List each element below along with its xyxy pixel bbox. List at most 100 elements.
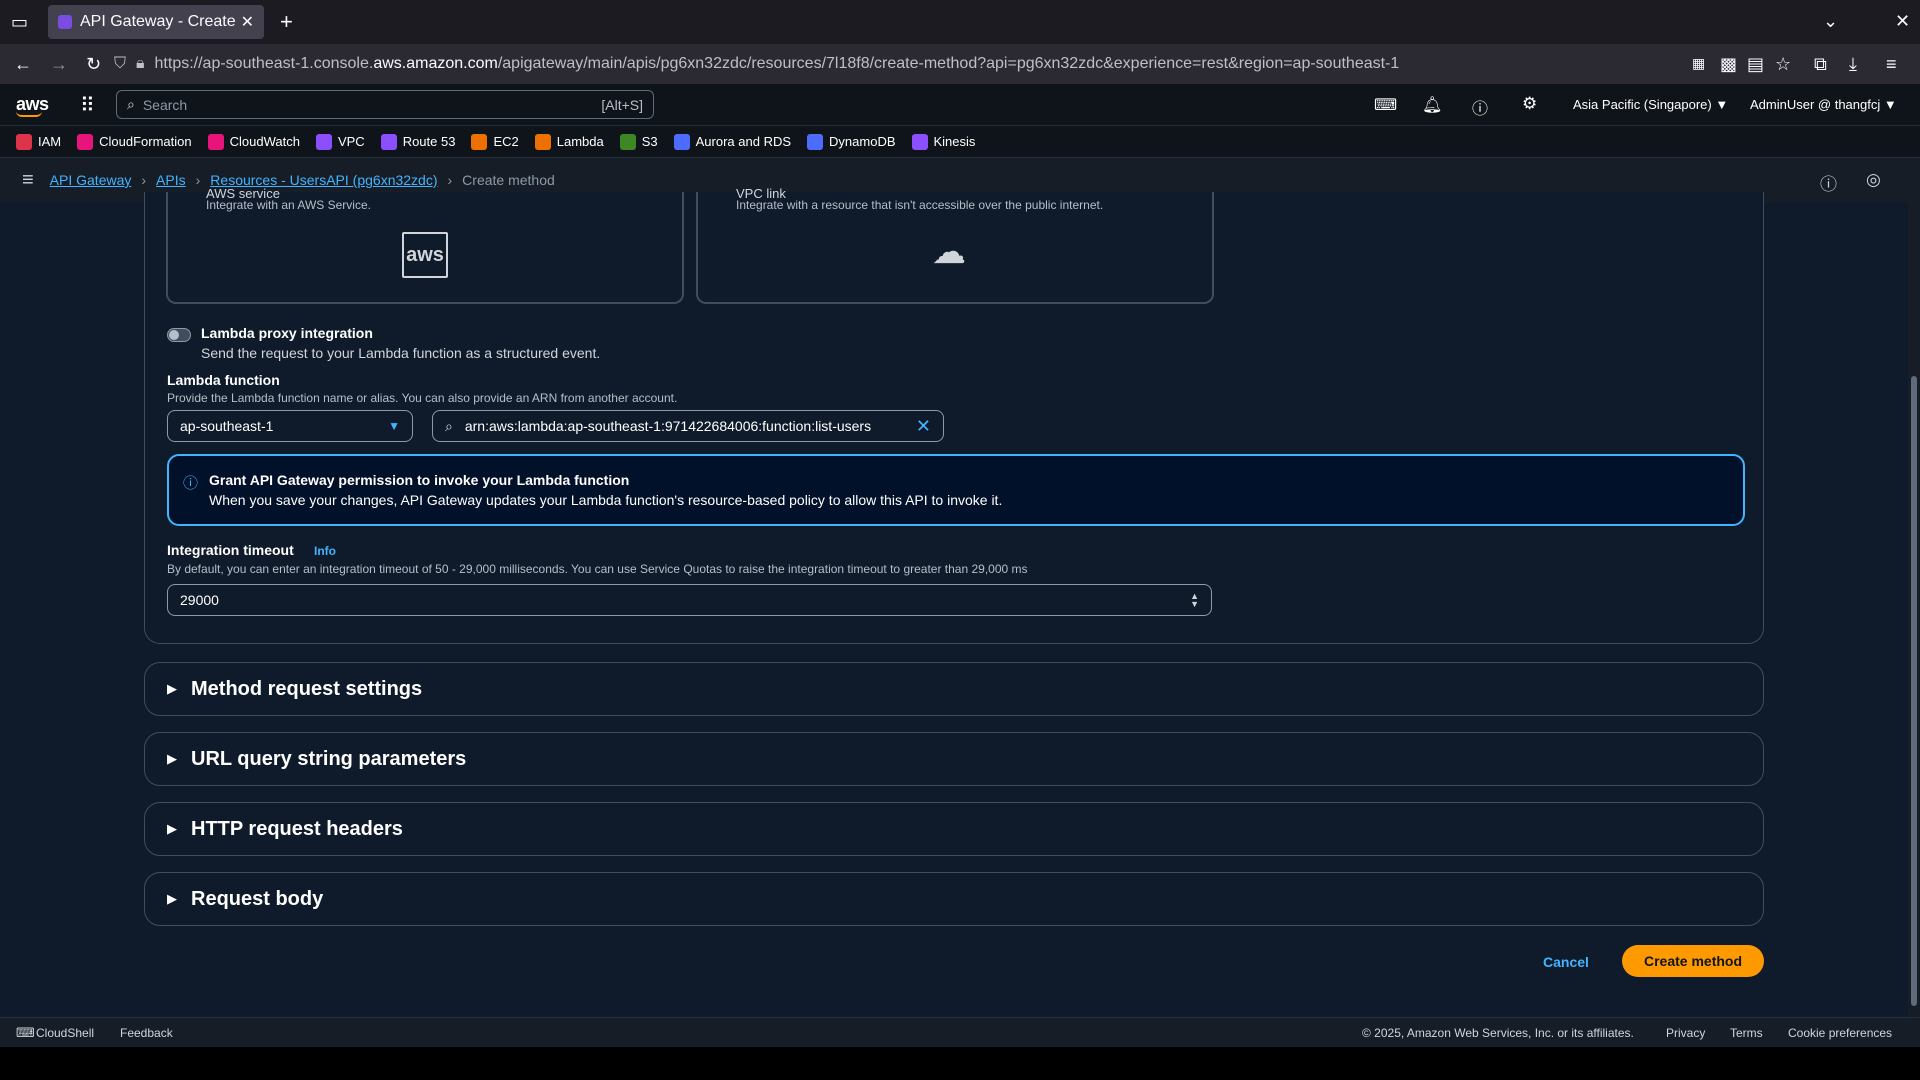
qr-icon[interactable]: ▩ — [1720, 55, 1737, 73]
favorite-label: IAM — [38, 134, 62, 149]
section-method-request-settings[interactable]: ▶ Method request settings — [144, 662, 1764, 716]
favorite-ec2[interactable]: EC2 — [471, 133, 519, 150]
favorite-label: CloudFormation — [99, 134, 192, 149]
lambda-region-value: ap-southeast-1 — [180, 418, 274, 434]
timeout-label: Integration timeout — [167, 542, 294, 558]
cloud-lock-icon: ☁ — [932, 233, 966, 271]
breadcrumb-api-gateway[interactable]: API Gateway — [50, 172, 132, 188]
browser-tab[interactable]: API Gateway - Create m ✕ — [48, 5, 264, 39]
favorite-iam[interactable]: IAM — [16, 133, 62, 150]
feedback-link[interactable]: Feedback — [120, 1026, 173, 1040]
cloudshell-icon[interactable]: ⌨ — [16, 1025, 35, 1041]
favorite-label: S3 — [641, 134, 658, 149]
flag-icon[interactable]: ▦ — [1692, 56, 1705, 70]
service-icon — [77, 133, 94, 150]
vpc-link-desc: Integrate with a resource that isn't acc… — [736, 198, 1104, 212]
section-http-request-headers[interactable]: ▶ HTTP request headers — [144, 802, 1764, 856]
favorite-cloudformation[interactable]: CloudFormation — [77, 133, 192, 150]
chevron-down-icon[interactable]: ⌄ — [1823, 12, 1838, 30]
lambda-arn-input[interactable]: ⌕ arn:aws:lambda:ap-southeast-1:97142268… — [432, 410, 944, 442]
clear-icon[interactable]: ✕ — [916, 416, 931, 437]
bell-icon[interactable]: 🔔︎ — [1422, 95, 1442, 115]
lambda-function-label: Lambda function — [167, 372, 280, 388]
reload-icon[interactable]: ↻ — [86, 55, 101, 73]
side-menu-icon[interactable]: ≡ — [22, 169, 34, 192]
cancel-button[interactable]: Cancel — [1530, 947, 1602, 977]
service-icon — [807, 133, 824, 150]
service-icon — [534, 133, 551, 150]
alert-title: Grant API Gateway permission to invoke y… — [209, 472, 630, 488]
timeout-info-link[interactable]: Info — [314, 544, 336, 558]
copyright-text: © 2025, Amazon Web Services, Inc. or its… — [1362, 1026, 1634, 1040]
breadcrumb-apis[interactable]: APIs — [156, 172, 186, 188]
favorite-label: EC2 — [493, 134, 519, 149]
section-title: Method request settings — [191, 677, 423, 700]
favorite-label: CloudWatch — [229, 134, 300, 149]
breadcrumb-separator-icon: › — [141, 172, 147, 188]
reader-icon[interactable]: ▤ — [1747, 55, 1764, 73]
favorite-s3[interactable]: S3 — [619, 133, 658, 150]
hamburger-menu-icon[interactable]: ≡ — [1886, 55, 1897, 73]
lock-icon[interactable]: 🔒︎ — [136, 55, 145, 73]
favorite-label: Kinesis — [933, 134, 976, 149]
favorite-label: Lambda — [556, 134, 604, 149]
section-request-body[interactable]: ▶ Request body — [144, 872, 1764, 926]
close-tab-icon[interactable]: ✕ — [241, 12, 254, 32]
cookie-preferences-link[interactable]: Cookie preferences — [1788, 1026, 1892, 1040]
favorite-aurora-and-rds[interactable]: Aurora and RDS — [673, 133, 791, 150]
region-selector[interactable]: Asia Pacific (Singapore) ▼ — [1573, 97, 1728, 112]
close-window-icon[interactable]: ✕ — [1895, 12, 1910, 30]
favorite-label: DynamoDB — [829, 134, 896, 149]
scrollbar-thumb[interactable] — [1911, 376, 1917, 1006]
timeout-input[interactable]: 29000 ▲ ▼ — [167, 584, 1212, 616]
shield-icon[interactable]: ⛉ — [114, 55, 126, 73]
create-method-button[interactable]: Create method — [1622, 945, 1764, 977]
user-menu[interactable]: AdminUser @ thangfcj ▼ — [1750, 97, 1897, 112]
favorite-dynamodb[interactable]: DynamoDB — [807, 133, 896, 150]
lambda-region-select[interactable]: ap-southeast-1 ▼ — [167, 410, 413, 442]
favorite-lambda[interactable]: Lambda — [534, 133, 604, 150]
search-placeholder: Search — [142, 96, 188, 113]
scrollbar[interactable] — [1908, 202, 1920, 1017]
star-icon[interactable]: ☆ — [1775, 55, 1791, 73]
gear-icon[interactable]: ⚙ — [1522, 94, 1537, 114]
favorite-cloudwatch[interactable]: CloudWatch — [207, 133, 300, 150]
url-bar[interactable]: ⛉ 🔒︎ https://ap-southeast-1.console. aws.… — [114, 48, 1894, 80]
integration-tile-aws-service[interactable]: AWS service Integrate with an AWS Servic… — [166, 186, 684, 304]
favorite-vpc[interactable]: VPC — [315, 133, 365, 150]
integration-tile-vpc-link[interactable]: VPC link Integrate with a resource that … — [696, 186, 1214, 304]
url-path: /apigateway/main/apis/pg6xn32zdc/resourc… — [497, 55, 1400, 72]
help-icon[interactable]: ⓘ — [1472, 95, 1488, 119]
notifications-icon[interactable]: ◎ — [1866, 170, 1881, 190]
extensions-icon[interactable]: ⧉ — [1814, 55, 1827, 73]
stepper-icon[interactable]: ▲ ▼ — [1190, 592, 1199, 609]
cloudshell-link[interactable]: CloudShell — [36, 1026, 94, 1040]
service-icon — [471, 133, 488, 150]
favorite-kinesis[interactable]: Kinesis — [911, 133, 976, 150]
lambda-proxy-label: Lambda proxy integration — [201, 325, 373, 341]
back-icon[interactable]: ← — [14, 55, 32, 73]
aws-logo[interactable]: aws — [16, 94, 49, 117]
caret-down-icon: ▼ — [388, 419, 400, 433]
section-url-query-string-parameters[interactable]: ▶ URL query string parameters — [144, 732, 1764, 786]
search-icon: ⌕ — [445, 417, 453, 434]
service-icon — [16, 133, 32, 150]
lambda-proxy-toggle[interactable] — [167, 328, 191, 342]
cloudshell-icon[interactable]: ⌨ — [1374, 95, 1397, 115]
permission-alert: ⓘ Grant API Gateway permission to invoke… — [167, 454, 1745, 526]
aws-top-nav: aws ⠿ ⌕ Search [Alt+S] ⌨ 🔔︎ ⓘ ⚙ Asia Pac… — [0, 84, 1920, 126]
caret-right-icon: ▶ — [167, 681, 177, 696]
download-icon[interactable]: ⤓ — [1849, 55, 1857, 73]
section-title: Request body — [191, 887, 324, 910]
search-input[interactable]: ⌕ Search [Alt+S] — [116, 90, 654, 119]
services-grid-icon[interactable]: ⠿ — [80, 93, 95, 118]
forward-icon[interactable]: → — [50, 55, 68, 73]
favorite-route-53[interactable]: Route 53 — [380, 133, 455, 150]
terms-link[interactable]: Terms — [1730, 1026, 1763, 1040]
privacy-link[interactable]: Privacy — [1666, 1026, 1705, 1040]
service-icon — [315, 133, 332, 150]
new-tab-button[interactable]: + — [280, 11, 293, 33]
tab-list-icon[interactable]: ▭ — [11, 13, 28, 31]
info-panel-icon[interactable]: ⓘ — [1820, 170, 1837, 195]
favorite-label: VPC — [337, 134, 365, 149]
